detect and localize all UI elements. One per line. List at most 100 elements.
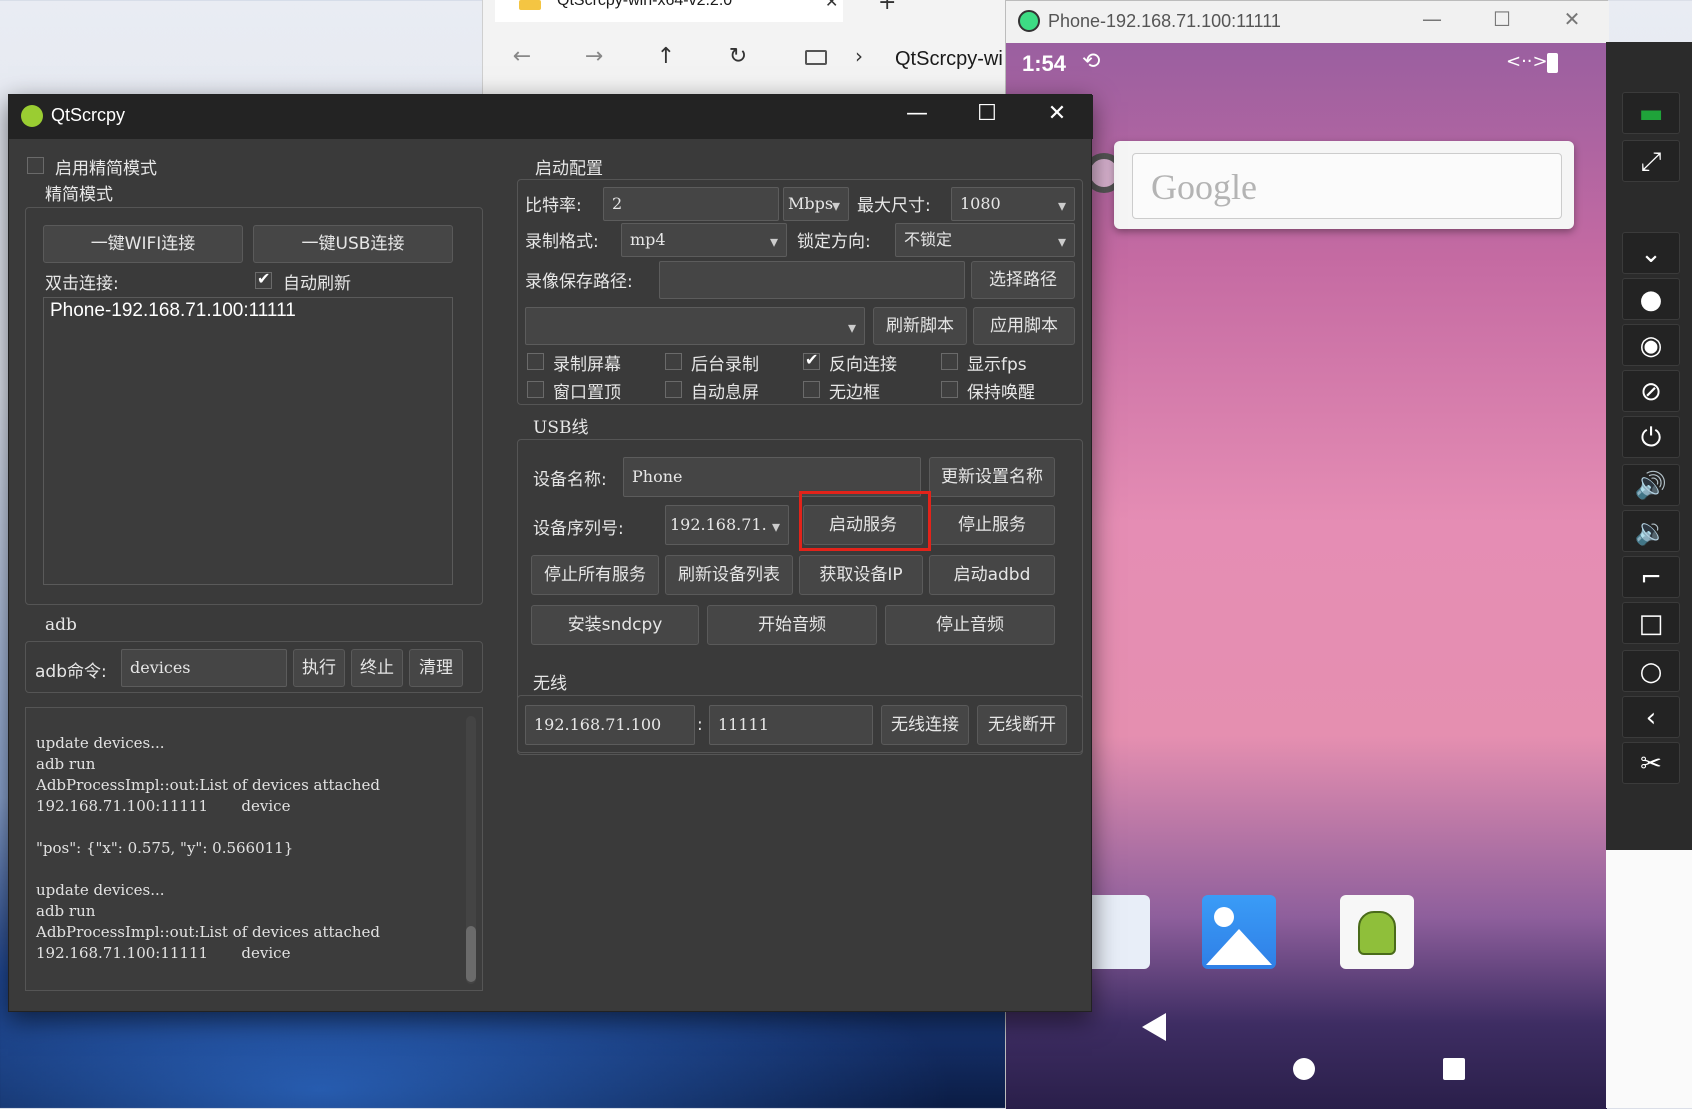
- window-on-top-checkbox[interactable]: [527, 381, 544, 398]
- usb-connect-button[interactable]: 一键USB连接: [253, 225, 453, 263]
- show-fps-checkbox[interactable]: [941, 353, 958, 370]
- auto-screen-off-checkbox[interactable]: [665, 381, 682, 398]
- close-button[interactable]: ✕: [1037, 101, 1077, 126]
- power-icon[interactable]: ⏻: [1622, 416, 1680, 458]
- device-list[interactable]: Phone-192.168.71.100:11111: [43, 297, 453, 585]
- log-line: "pos": {"x": 0.575, "y": 0.566011}: [36, 839, 294, 857]
- get-device-ip-button[interactable]: 获取设备IP: [799, 555, 923, 595]
- new-tab-button[interactable]: +: [878, 0, 896, 15]
- log-line: adb run: [36, 902, 96, 920]
- log-scrollbar[interactable]: [466, 716, 476, 984]
- stop-all-services-button[interactable]: 停止所有服务: [531, 555, 659, 595]
- terminate-button[interactable]: 终止: [351, 649, 403, 687]
- serial-select[interactable]: 192.168.71.: [665, 505, 789, 545]
- nav-recent-button[interactable]: [1443, 1058, 1465, 1080]
- list-item[interactable]: Phone-192.168.71.100:11111: [50, 300, 296, 322]
- auto-refresh-checkbox[interactable]: [255, 269, 272, 289]
- bitrate-label: 比特率:: [525, 196, 582, 216]
- forward-arrow-icon[interactable]: →: [579, 44, 609, 69]
- record-screen-checkbox[interactable]: [527, 353, 544, 370]
- minimize-button[interactable]: —: [1412, 7, 1452, 31]
- record-format-select[interactable]: mp4: [621, 223, 787, 257]
- expand-down-icon[interactable]: ⌄: [1622, 232, 1680, 274]
- bitrate-unit-select[interactable]: Mbps: [783, 187, 849, 221]
- script-select[interactable]: [525, 307, 865, 345]
- android-robot: [1358, 911, 1396, 955]
- scissors-icon[interactable]: ✂: [1622, 742, 1680, 784]
- wireless-port-input[interactable]: 11111: [709, 705, 873, 745]
- phone-screen[interactable]: 1:54 ⟲ <··> Google: [1006, 43, 1607, 1109]
- app-switch-icon[interactable]: ⌐: [1622, 556, 1680, 598]
- auto-refresh-label: 自动刷新: [283, 274, 351, 294]
- square-icon[interactable]: □: [1622, 602, 1680, 644]
- start-audio-button[interactable]: 开始音频: [707, 605, 877, 645]
- clear-button[interactable]: 清理: [409, 649, 463, 687]
- eye-icon[interactable]: ◉: [1622, 324, 1680, 366]
- google-search-widget[interactable]: Google: [1114, 141, 1574, 229]
- reverse-connect-checkbox[interactable]: [803, 350, 820, 370]
- refresh-script-button[interactable]: 刷新脚本: [873, 307, 967, 345]
- battery-icon: [1547, 53, 1558, 73]
- refresh-icon[interactable]: ↻: [723, 44, 753, 69]
- bitrate-input[interactable]: 2: [603, 187, 779, 221]
- back-arrow-icon[interactable]: ←: [507, 44, 537, 69]
- qt-title-bar[interactable]: QtScrcpy — ☐ ✕: [9, 95, 1093, 139]
- serial-label: 设备序列号:: [533, 519, 624, 539]
- lock-orientation-label: 锁定方向:: [797, 232, 871, 252]
- stop-audio-button[interactable]: 停止音频: [885, 605, 1055, 645]
- record-format-label: 录制格式:: [525, 232, 599, 252]
- log-scrollbar-thumb[interactable]: [466, 926, 476, 982]
- volume-down-icon[interactable]: 🔉: [1622, 510, 1680, 552]
- volume-up-icon[interactable]: 🔊: [1622, 464, 1680, 506]
- install-sndcpy-button[interactable]: 安装sndcpy: [531, 605, 699, 645]
- stop-service-button[interactable]: 停止服务: [929, 505, 1055, 545]
- wireless-connect-button[interactable]: 无线连接: [881, 705, 969, 745]
- phone-title-bar[interactable]: Phone-192.168.71.100:11111 — ☐ ✕: [1006, 1, 1609, 43]
- max-size-label: 最大尺寸:: [857, 196, 931, 216]
- select-path-button[interactable]: 选择路径: [971, 261, 1075, 299]
- fullscreen-icon[interactable]: ⤢: [1622, 140, 1680, 182]
- record-path-input[interactable]: [659, 261, 965, 299]
- execute-button[interactable]: 执行: [293, 649, 345, 687]
- close-button[interactable]: ✕: [1552, 7, 1592, 31]
- adb-log-output[interactable]: update devices... adb run AdbProcessImpl…: [25, 707, 483, 991]
- menu-icon[interactable]: ▬: [1622, 92, 1680, 134]
- gallery-icon[interactable]: [1202, 895, 1276, 969]
- eye-off-icon[interactable]: ⊘: [1622, 370, 1680, 412]
- lock-orientation-select[interactable]: 不锁定: [895, 223, 1075, 257]
- phone-mirror-window: Phone-192.168.71.100:11111 — ☐ ✕ 1:54 ⟲ …: [1005, 0, 1609, 1109]
- signal-icon: <··>: [1506, 51, 1548, 72]
- wireless-disconnect-button[interactable]: 无线断开: [977, 705, 1067, 745]
- back-icon[interactable]: ‹: [1622, 696, 1680, 738]
- refresh-devices-button[interactable]: 刷新设备列表: [665, 555, 793, 595]
- nav-back-button[interactable]: [1142, 1013, 1166, 1041]
- simple-mode-label: 启用精简模式: [55, 159, 157, 179]
- nav-home-button[interactable]: [1293, 1058, 1315, 1080]
- start-adbd-button[interactable]: 启动adbd: [929, 555, 1055, 595]
- simple-mode-checkbox[interactable]: [27, 157, 44, 174]
- circle-icon[interactable]: ○: [1622, 650, 1680, 692]
- maximize-button[interactable]: ☐: [1482, 7, 1522, 31]
- android-logo-icon: [1018, 10, 1040, 32]
- max-size-select[interactable]: 1080: [951, 187, 1075, 221]
- tab-close-icon[interactable]: ✕: [825, 0, 838, 11]
- apply-script-button[interactable]: 应用脚本: [973, 307, 1075, 345]
- explorer-tab[interactable]: QtScrcpy-win-x64-v2.2.0 ✕: [495, 0, 843, 22]
- update-name-button[interactable]: 更新设置名称: [929, 457, 1055, 497]
- google-search-box[interactable]: Google: [1132, 153, 1562, 219]
- wireless-ip-input[interactable]: 192.168.71.100: [525, 705, 695, 745]
- maximize-button[interactable]: ☐: [967, 101, 1007, 126]
- qt-window-title: QtScrcpy: [51, 105, 126, 125]
- adb-command-input[interactable]: devices: [121, 649, 287, 687]
- breadcrumb[interactable]: QtScrcpy-wi: [895, 48, 1003, 71]
- reverse-connect-label: 反向连接: [829, 355, 897, 375]
- wifi-connect-button[interactable]: 一键WIFI连接: [43, 225, 243, 263]
- breadcrumb-chevron-icon: ›: [855, 44, 863, 68]
- minimize-button[interactable]: —: [897, 101, 937, 126]
- up-arrow-icon[interactable]: ↑: [651, 44, 681, 69]
- stay-awake-checkbox[interactable]: [941, 381, 958, 398]
- android-icon[interactable]: [1340, 895, 1414, 969]
- background-record-checkbox[interactable]: [665, 353, 682, 370]
- record-icon[interactable]: ●: [1622, 278, 1680, 320]
- frameless-checkbox[interactable]: [803, 381, 820, 398]
